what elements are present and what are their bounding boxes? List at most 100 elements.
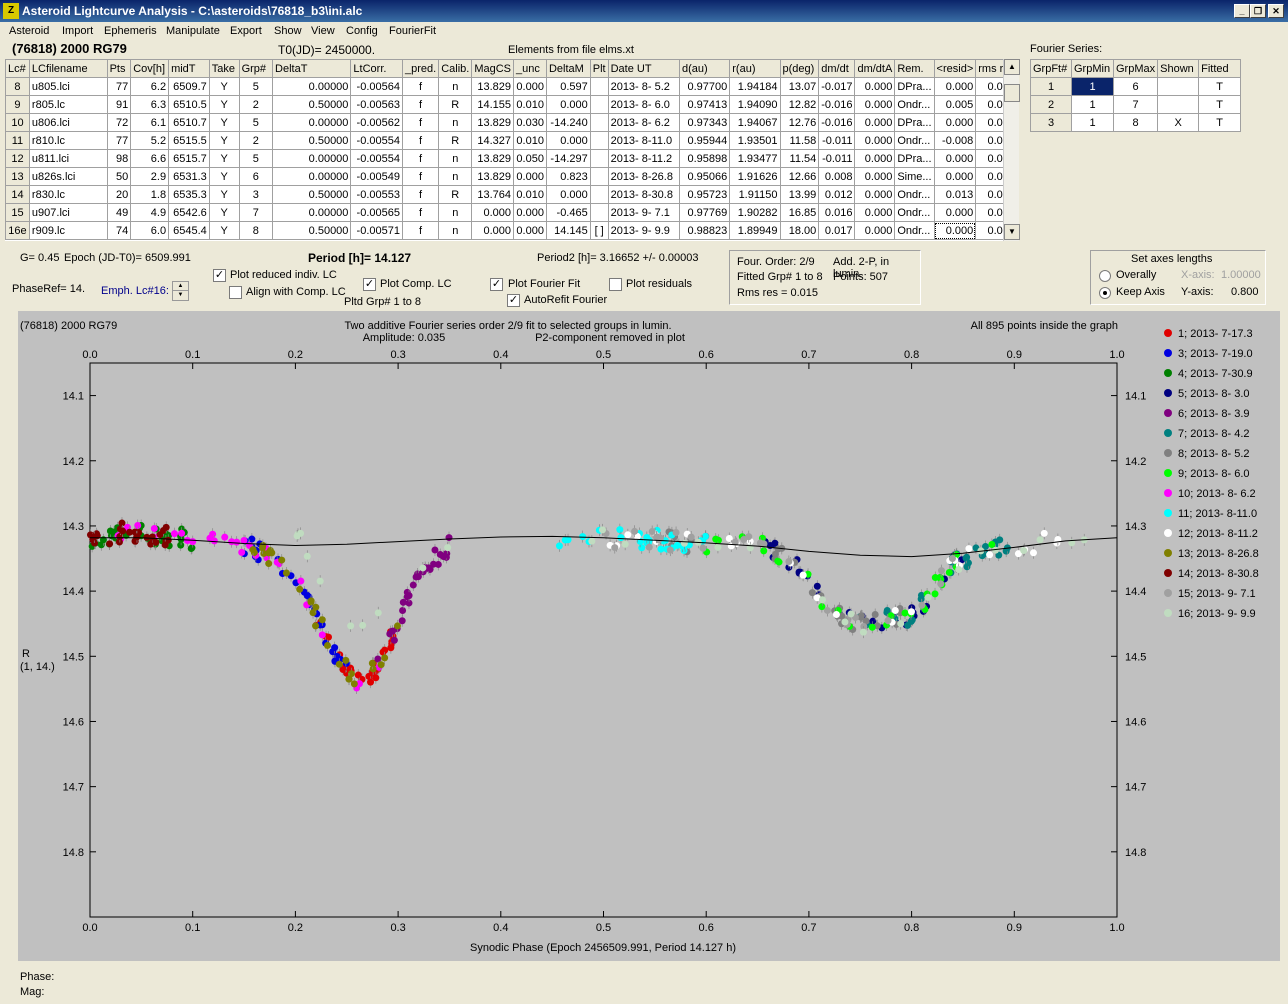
table-cell[interactable]: Y [208,131,240,150]
menu-config[interactable]: Config [346,25,378,37]
fourier-cell[interactable] [1157,95,1200,114]
fourier-cell[interactable] [1157,77,1200,96]
keep-axis-radio[interactable] [1099,287,1111,299]
table-cell[interactable] [589,167,609,186]
autorefit-checkbox[interactable]: ✓ [507,294,520,307]
table-cell[interactable]: 1.94090 [729,95,781,114]
table-cell[interactable]: 74 [106,221,132,240]
table-cell[interactable]: 0.50000 [272,221,352,240]
table-cell[interactable] [589,203,609,222]
plot-fourier-checkbox[interactable]: ✓ [490,278,503,291]
column-header[interactable]: Take [208,59,240,78]
table-cell[interactable]: 0.000 [854,131,896,150]
table-cell[interactable]: 0.000 [854,167,896,186]
table-cell[interactable]: -0.00549 [350,167,403,186]
table-cell[interactable]: 0.000 [933,113,977,132]
table-cell[interactable]: -0.00563 [350,95,403,114]
table-cell[interactable]: 0.000 [854,95,896,114]
table-cell[interactable]: 6510.7 [168,113,210,132]
table-cell[interactable]: 2013- 8- 6.0 [607,95,681,114]
plot-comp-checkbox[interactable]: ✓ [363,278,376,291]
table-cell[interactable]: 6.2 [130,77,170,96]
table-cell[interactable]: 6542.6 [168,203,210,222]
table-cell[interactable]: Y [208,149,240,168]
table-cell[interactable]: f [401,131,440,150]
fourier-row-header[interactable]: 3 [1030,113,1072,132]
table-cell[interactable]: 1.8 [130,185,170,204]
table-cell[interactable]: 2013- 8-26.8 [607,167,681,186]
table-cell[interactable]: 0.00000 [272,167,352,186]
table-cell[interactable]: 2013- 8-11.2 [607,149,681,168]
fourier-cell[interactable]: 1 [1071,113,1114,132]
table-cell[interactable]: 0.000 [513,167,547,186]
menu-ephemeris[interactable]: Ephemeris [104,25,157,37]
table-cell[interactable]: u805.lci [28,77,108,96]
table-cell[interactable]: 0.000 [513,221,547,240]
table-cell[interactable]: n [438,203,473,222]
table-cell[interactable]: 6515.7 [168,149,210,168]
table-cell[interactable]: 13.829 [471,77,514,96]
scroll-down-arrow-icon[interactable]: ▼ [1004,224,1020,240]
table-cell[interactable]: 5 [238,113,274,132]
table-cell[interactable]: 0.95723 [679,185,731,204]
fourier-cell[interactable]: 1 [1071,77,1114,96]
scroll-thumb[interactable] [1004,84,1020,102]
plot-residuals-checkbox[interactable] [609,278,622,291]
table-cell[interactable]: 2013- 9- 9.9 [607,221,681,240]
table-cell[interactable]: 0.50000 [272,185,352,204]
table-cell[interactable] [589,77,609,96]
table-cell[interactable]: Y [208,77,240,96]
table-cell[interactable]: -0.017 [818,77,856,96]
fourier-cell[interactable]: T [1198,113,1242,132]
row-header[interactable]: 12 [5,149,30,168]
table-cell[interactable]: 0.000 [854,203,896,222]
table-cell[interactable]: f [401,95,440,114]
table-cell[interactable]: 1.93501 [729,131,781,150]
table-cell[interactable]: -14.297 [545,149,591,168]
table-cell[interactable]: -0.00565 [350,203,403,222]
fourier-cell[interactable]: 8 [1112,113,1159,132]
table-cell[interactable]: 77 [106,77,132,96]
table-cell[interactable]: 0.030 [513,113,547,132]
table-cell[interactable]: 0.012 [818,185,856,204]
table-cell[interactable]: 0.000 [545,131,591,150]
fourier-cell[interactable]: 6 [1112,77,1159,96]
column-header[interactable]: MagCS [471,59,514,78]
table-cell[interactable]: 2.9 [130,167,170,186]
table-cell[interactable]: R [438,95,473,114]
table-cell[interactable]: 6531.3 [168,167,210,186]
fourier-row-header[interactable]: 2 [1030,95,1072,114]
table-cell[interactable]: 2 [238,131,274,150]
menu-view[interactable]: View [311,25,335,37]
overally-radio[interactable] [1099,270,1111,282]
table-cell[interactable]: Ondr... [894,95,935,114]
column-header[interactable]: Grp# [238,59,274,78]
column-header[interactable]: LtCorr. [350,59,403,78]
table-cell[interactable]: 0.000 [545,95,591,114]
menu-export[interactable]: Export [230,25,262,37]
table-row[interactable]: 14 r830.lc 20 1.8 6535.3 Y 3 0.50000 -0.00553 f R 1… [5,185,1018,204]
table-cell[interactable]: 7 [238,203,274,222]
table-cell[interactable]: 0.50000 [272,131,352,150]
table-cell[interactable]: -0.465 [545,203,591,222]
table-cell[interactable]: 49 [106,203,132,222]
table-cell[interactable]: 0.000 [471,221,514,240]
table-cell[interactable]: 12.82 [779,95,820,114]
row-header[interactable]: 8 [5,77,30,96]
menu-fourierfit[interactable]: FourierFit [389,25,436,37]
table-cell[interactable]: 0.000 [854,221,896,240]
table-cell[interactable]: 6 [238,167,274,186]
table-cell[interactable]: r805.lc [28,95,108,114]
fourier-row[interactable]: 217 T [1030,95,1242,114]
table-cell[interactable]: 13.764 [471,185,514,204]
table-cell[interactable]: 0.97343 [679,113,731,132]
table-cell[interactable]: 0.050 [513,149,547,168]
table-cell[interactable]: f [401,221,440,240]
column-header[interactable]: _pred. [401,59,440,78]
table-cell[interactable]: 3 [238,185,274,204]
table-cell[interactable]: 13.99 [779,185,820,204]
table-cell[interactable]: 91 [106,95,132,114]
lightcurve-plot[interactable]: 0.0 0.0 0.1 0.1 0.2 0.2 0.3 0.3 0.4 0.4 0.5 0.5 0.6 0… [18,311,1280,961]
table-row[interactable]: 8 u805.lci 77 6.2 6509.7 Y 5 0.00000 -0.00564 f n 1… [5,77,1018,96]
table-cell[interactable]: -0.00562 [350,113,403,132]
